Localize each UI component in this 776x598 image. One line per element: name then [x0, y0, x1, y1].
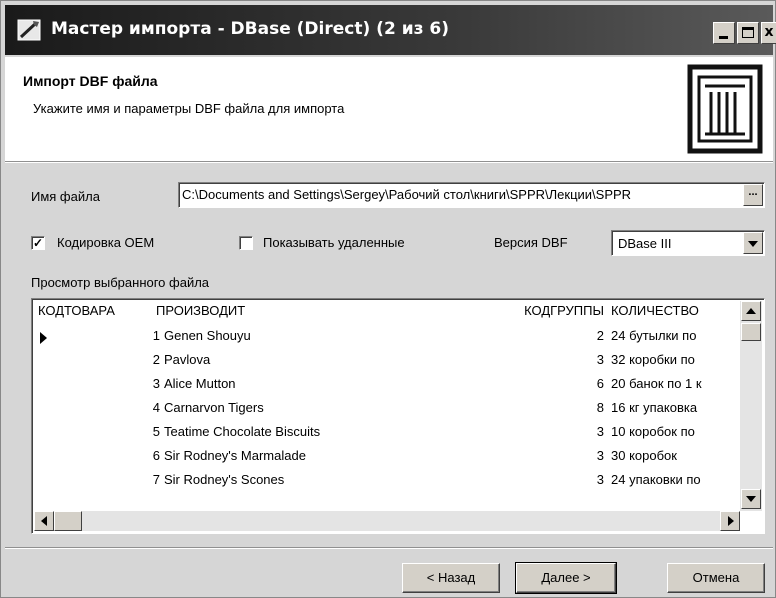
horizontal-scrollbar[interactable] [34, 511, 740, 531]
cell-group: 2 [596, 328, 604, 343]
header-subtitle: Укажите имя и параметры DBF файла для им… [33, 101, 345, 116]
back-button[interactable]: < Назад [402, 563, 500, 593]
table-row[interactable]: 6 Sir Rodney's Marmalade 3 30 коробок [32, 448, 742, 472]
vertical-scroll-thumb[interactable] [741, 323, 761, 341]
next-button[interactable]: Далее > [515, 562, 617, 594]
grid-header: КОДТОВАРА ПРОИЗВОДИТ КОДГРУППЫ КОЛИЧЕСТВ… [32, 303, 742, 327]
cell-name: Teatime Chocolate Biscuits [164, 424, 321, 439]
arrow-down-icon [746, 496, 756, 502]
minimize-icon [719, 36, 728, 39]
current-row-icon [40, 332, 47, 344]
filename-field[interactable]: C:\Documents and Settings\Sergey\Рабочий… [178, 182, 765, 208]
column-header[interactable]: ПРОИЗВОДИТ [156, 303, 245, 318]
title-bar: Мастер импорта - DBase (Direct) (2 из 6)… [5, 5, 776, 55]
arrow-right-icon [728, 516, 734, 526]
dbf-table-icon [687, 64, 763, 154]
cell-code: 5 [152, 424, 160, 439]
cell-group: 8 [596, 400, 604, 415]
cancel-button[interactable]: Отмена [667, 563, 765, 593]
arrow-left-icon [41, 516, 47, 526]
cell-quantity: 20 банок по 1 к [611, 376, 702, 391]
table-row[interactable]: 3 Alice Mutton 6 20 банок по 1 к [32, 376, 742, 400]
minimize-button[interactable] [713, 22, 735, 44]
table-row[interactable]: 2 Pavlova 3 32 коробки по [32, 352, 742, 376]
maximize-icon [742, 27, 754, 38]
scroll-right-button[interactable] [720, 511, 740, 531]
cell-quantity: 30 коробок [611, 448, 677, 463]
cell-code: 7 [152, 472, 160, 487]
window-title: Мастер импорта - DBase (Direct) (2 из 6) [51, 19, 449, 39]
table-row[interactable]: 5 Teatime Chocolate Biscuits 3 10 коробо… [32, 424, 742, 448]
maximize-button[interactable] [737, 22, 759, 44]
arrow-up-icon [746, 308, 756, 314]
scroll-down-button[interactable] [741, 489, 761, 509]
cell-group: 3 [596, 472, 604, 487]
table-row[interactable]: 4 Carnarvon Tigers 8 16 кг упаковка [32, 400, 742, 424]
table-row[interactable]: 7 Sir Rodney's Scones 3 24 упаковки по [32, 472, 742, 496]
chevron-down-icon [748, 241, 758, 247]
horizontal-scroll-thumb[interactable] [54, 511, 82, 531]
cell-quantity: 32 коробки по [611, 352, 695, 367]
column-header[interactable]: КОДТОВАРА [38, 303, 115, 318]
cell-name: Alice Mutton [164, 376, 236, 391]
dropdown-button[interactable] [743, 232, 763, 254]
cell-quantity: 10 коробок по [611, 424, 695, 439]
dbf-version-label: Версия DBF [494, 235, 568, 250]
close-button[interactable]: x [761, 22, 776, 44]
filename-value: C:\Documents and Settings\Sergey\Рабочий… [182, 187, 632, 202]
cell-group: 3 [596, 352, 604, 367]
cell-code: 4 [152, 400, 160, 415]
cell-quantity: 24 упаковки по [611, 472, 701, 487]
oem-label: Кодировка OEM [57, 235, 155, 250]
cell-code: 1 [152, 328, 160, 343]
dbf-version-select[interactable]: DBase III [611, 230, 765, 256]
preview-label: Просмотр выбранного файла [31, 275, 210, 290]
vertical-scrollbar[interactable] [740, 301, 762, 511]
footer-divider [5, 547, 773, 549]
filename-label: Имя файла [31, 189, 100, 204]
cell-name: Sir Rodney's Scones [164, 472, 285, 487]
cell-code: 2 [152, 352, 160, 367]
cell-name: Pavlova [164, 352, 211, 367]
preview-grid[interactable]: КОДТОВАРА ПРОИЗВОДИТ КОДГРУППЫ КОЛИЧЕСТВ… [31, 298, 765, 534]
table-row[interactable]: 1 Genen Shouyu 2 24 бутылки по [32, 328, 742, 352]
scroll-up-button[interactable] [741, 301, 761, 321]
show-deleted-label: Показывать удаленные [263, 235, 405, 250]
wizard-header: Импорт DBF файла Укажите имя и параметры… [5, 57, 773, 161]
wizard-wand-icon [17, 19, 41, 41]
scroll-left-button[interactable] [34, 511, 54, 531]
cell-code: 3 [152, 376, 160, 391]
cell-name: Genen Shouyu [164, 328, 251, 343]
import-wizard-window: Мастер импорта - DBase (Direct) (2 из 6)… [0, 0, 776, 598]
dbf-version-value: DBase III [618, 236, 672, 251]
header-title: Импорт DBF файла [23, 73, 158, 89]
cell-group: 3 [596, 448, 604, 463]
header-divider [5, 161, 773, 163]
cell-quantity: 24 бутылки по [611, 328, 697, 343]
show-deleted-checkbox[interactable] [239, 236, 253, 250]
browse-button[interactable]: ... [743, 184, 763, 206]
column-header[interactable]: КОДГРУППЫ [512, 303, 604, 318]
cell-group: 3 [596, 424, 604, 439]
cell-name: Carnarvon Tigers [164, 400, 264, 415]
cell-quantity: 16 кг упаковка [611, 400, 698, 415]
cell-name: Sir Rodney's Marmalade [164, 448, 306, 463]
cell-group: 6 [596, 376, 604, 391]
cell-code: 6 [152, 448, 160, 463]
column-header[interactable]: КОЛИЧЕСТВО [611, 303, 741, 318]
oem-checkbox[interactable]: ✓ [31, 236, 45, 250]
